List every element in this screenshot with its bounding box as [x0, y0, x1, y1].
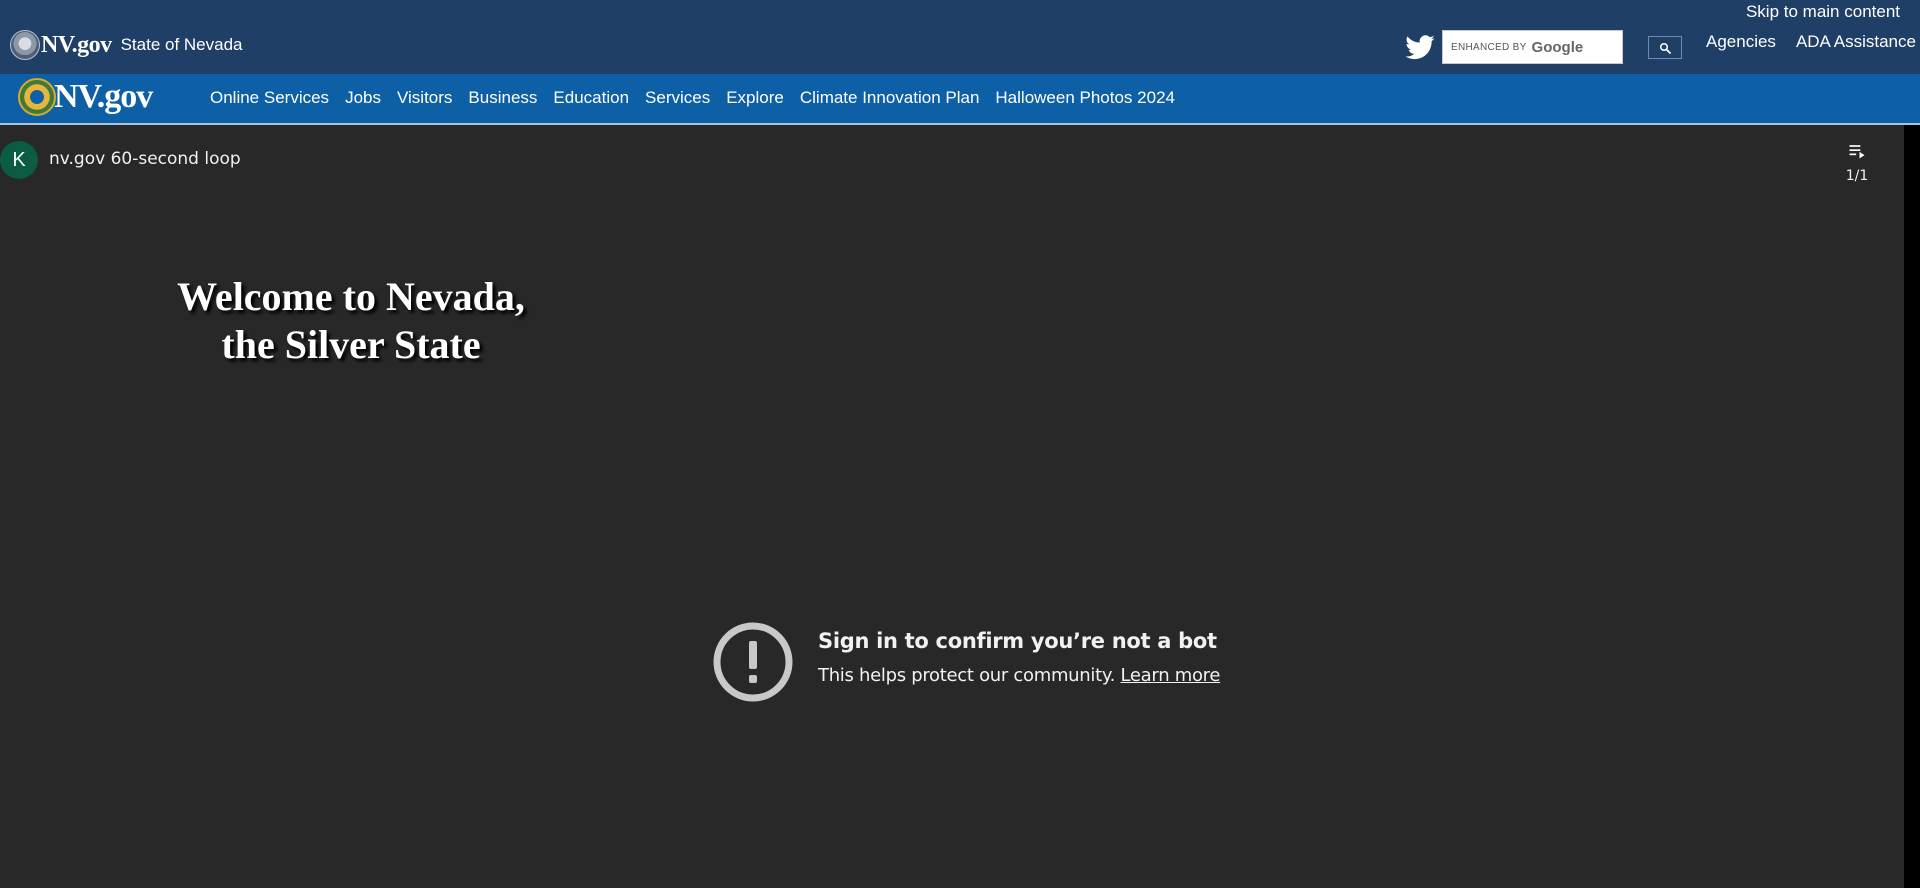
bot-check-heading: Sign in to confirm you’re not a bot: [818, 629, 1217, 653]
overlay-line-2: the Silver State: [221, 322, 481, 367]
nav-item-education[interactable]: Education: [553, 88, 629, 108]
site-brand-large[interactable]: NV.gov: [18, 78, 153, 116]
nav-item-business[interactable]: Business: [468, 88, 537, 108]
twitter-icon[interactable]: [1402, 32, 1438, 64]
nav-menu: Online Services Jobs Visitors Business E…: [210, 88, 1175, 108]
google-label: Google: [1531, 38, 1584, 56]
nav-item-visitors[interactable]: Visitors: [397, 88, 452, 108]
alert-icon: [713, 622, 793, 702]
search-icon: [1660, 42, 1671, 54]
nav-item-services[interactable]: Services: [645, 88, 710, 108]
bot-check-message: This helps protect our community. Learn …: [818, 665, 1220, 686]
playlist-count: 1/1: [1845, 168, 1869, 184]
playlist-button[interactable]: 1/1: [1844, 141, 1870, 184]
playlist-icon: [1849, 145, 1865, 159]
channel-avatar[interactable]: K: [0, 141, 38, 179]
nav-item-explore[interactable]: Explore: [726, 88, 784, 108]
overlay-line-1: Welcome to Nevada,: [177, 274, 525, 319]
learn-more-link[interactable]: Learn more: [1121, 665, 1221, 686]
video-overlay-title: Welcome to Nevada, the Silver State: [165, 273, 537, 369]
page-edge: [1904, 125, 1920, 888]
nav-item-online-services[interactable]: Online Services: [210, 88, 329, 108]
video-player[interactable]: K nv.gov 60-second loop 1/1 Welcome to N…: [0, 125, 1904, 888]
nevada-seal-icon: [10, 30, 40, 60]
utility-links: Agencies ADA Assistance: [1706, 32, 1916, 52]
google-search-input[interactable]: ENHANCED BY Google: [1442, 30, 1623, 64]
main-navigation: NV.gov Online Services Jobs Visitors Bus…: [0, 74, 1920, 125]
nvgov-logo-text: NV.gov: [41, 31, 112, 58]
top-utility-bar: Skip to main content NV.gov State of Nev…: [0, 0, 1920, 74]
search-button[interactable]: [1648, 36, 1682, 59]
state-name: State of Nevada: [120, 35, 243, 54]
skip-to-main-content-link[interactable]: Skip to main content: [1746, 2, 1900, 22]
nav-item-halloween-photos-2024[interactable]: Halloween Photos 2024: [995, 88, 1175, 108]
agencies-link[interactable]: Agencies: [1706, 32, 1776, 52]
site-brand-small[interactable]: NV.gov State of Nevada: [10, 30, 243, 60]
nvgov-logo-text: NV.gov: [54, 78, 153, 115]
enhanced-by-label: ENHANCED BY: [1451, 41, 1527, 53]
bot-check-text: This helps protect our community.: [818, 665, 1116, 686]
ada-assistance-link[interactable]: ADA Assistance: [1796, 32, 1916, 52]
nav-item-jobs[interactable]: Jobs: [345, 88, 381, 108]
nevada-seal-icon: [18, 78, 56, 116]
video-title[interactable]: nv.gov 60-second loop: [49, 149, 241, 169]
nav-item-climate-innovation-plan[interactable]: Climate Innovation Plan: [800, 88, 980, 108]
